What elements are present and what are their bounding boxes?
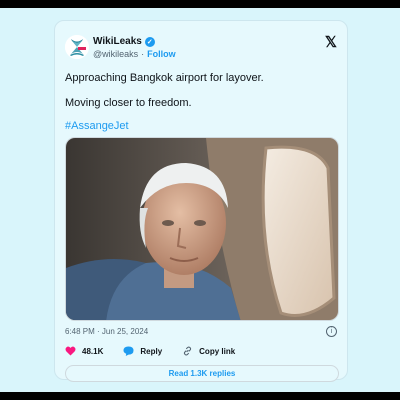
heart-icon [65, 346, 76, 356]
author-handle[interactable]: @wikileaks [93, 49, 138, 59]
avatar[interactable] [65, 35, 89, 59]
tweet-timestamp[interactable]: 6:48 PM · Jun 25, 2024 [65, 327, 148, 336]
wikileaks-logo-icon [65, 35, 89, 59]
copy-link-button[interactable]: Copy link [182, 346, 235, 356]
info-icon[interactable]: i [326, 326, 337, 337]
author-name-row: WikiLeaks ✓ [93, 36, 155, 47]
like-count: 48.1K [82, 346, 104, 356]
link-icon [184, 346, 192, 356]
screenshot-frame: WikiLeaks ✓ @wikileaks · Follow 𝕏 Approa… [0, 8, 400, 392]
tweet-photo[interactable] [65, 137, 339, 321]
verified-badge-icon: ✓ [144, 36, 155, 47]
follow-button[interactable]: Follow [147, 49, 176, 59]
handle-row: @wikileaks · Follow [93, 49, 176, 59]
speech-bubble-icon [123, 346, 134, 356]
tweet-text-line2: Moving closer to freedom. [65, 97, 192, 109]
action-bar: 48.1K Reply Copy link [65, 346, 255, 356]
x-logo-icon[interactable]: 𝕏 [325, 33, 337, 51]
tweet-card: WikiLeaks ✓ @wikileaks · Follow 𝕏 Approa… [54, 20, 348, 382]
copy-link-label: Copy link [199, 346, 236, 356]
read-replies-button[interactable]: Read 1.3K replies [65, 365, 339, 382]
hashtag-link[interactable]: #AssangeJet [65, 120, 129, 132]
author-name[interactable]: WikiLeaks [93, 36, 142, 47]
like-button[interactable]: 48.1K [65, 346, 103, 356]
separator-dot: · [141, 49, 145, 59]
tweet-text-line1: Approaching Bangkok airport for layover. [65, 72, 264, 84]
reply-label: Reply [140, 346, 163, 356]
reply-button[interactable]: Reply [123, 346, 162, 356]
photo-man-at-airplane-window [66, 138, 338, 320]
